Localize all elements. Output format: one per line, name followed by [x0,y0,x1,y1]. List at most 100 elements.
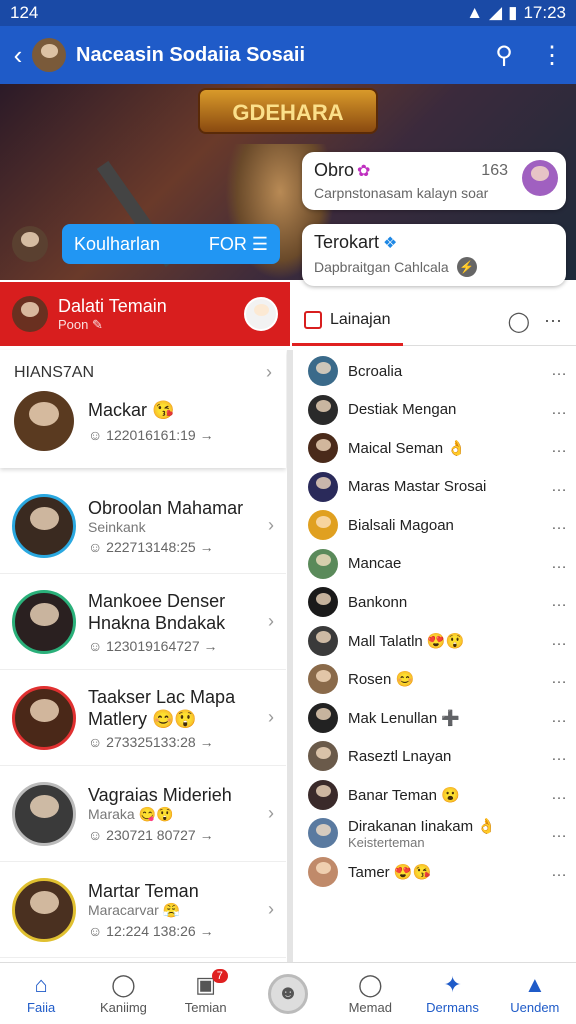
contact-row[interactable]: Mall Talatln 😍😲… [296,622,576,661]
contact-row[interactable]: Dirakanan Iinakam 👌 Keisterteman… [296,814,576,853]
contact-list: Bcroalia… Destiak Mengan… Maical Seman 👌… M… [296,352,576,962]
contact-name: Dirakanan Iinakam 👌 [348,817,496,835]
contact-row[interactable]: Tamer 😍😘 … [296,853,576,892]
contact-row[interactable]: Bialsali Magoan… [296,506,576,545]
hero-action-pill[interactable]: Koulharlan FOR ☰ [62,224,280,264]
more-horiz-icon[interactable]: … [551,786,568,804]
more-horiz-icon[interactable]: … [551,709,568,727]
avatar [308,356,338,387]
contact-name: Tamer 😍😘 [348,863,432,881]
list-item[interactable]: Mankoee Denser Hnakna Bndakak ☺ 123019164… [0,574,286,670]
nav-dermans[interactable]: ✦ Dermans [411,963,493,1024]
avatar [308,548,338,579]
avatar [12,685,76,750]
list-item[interactable]: Taakser Lac Mapa Matlery 😊😲 ☺ 273325133:2… [0,670,286,766]
nav-label: Temian [184,1000,227,1015]
contact-name: Rosen 😊 [348,671,415,689]
nav-uendem[interactable]: ▲ Uendem [494,963,576,1024]
more-horiz-icon[interactable]: … [551,516,568,534]
scrollbar[interactable] [287,350,293,962]
more-horiz-icon[interactable]: … [551,747,568,765]
item-meta: ☺ 222713148:25 → [88,538,214,555]
contact-name: Raseztl Lnayan [348,747,452,765]
more-horiz-icon[interactable]: … [551,362,568,380]
tab-lainajan[interactable]: Lainajan [292,298,403,346]
nav-label: Uendem [510,1000,560,1015]
nav-center[interactable]: ☻ [247,963,329,1024]
profile-icon: ▲ [523,972,546,997]
contact-name: Maical Seman 👌 [348,440,466,458]
featured-item[interactable]: Mackar 😘 ☺ 122016161:19 → [0,383,286,459]
avatar [308,433,338,464]
avatar [308,394,338,425]
item-name: Mankoee Denser Hnakna Bndakak [88,590,226,633]
signal-icon: ◢ [489,3,503,22]
back-arrow-icon[interactable]: ‹ [4,40,32,71]
chat-bubble-icon[interactable]: ◯ [494,309,544,334]
more-horiz-icon[interactable]: … [551,632,568,650]
more-horiz-icon[interactable]: … [551,863,568,881]
contact-name: Maras Mastar Srosai [348,478,487,496]
nav-temian[interactable]: ▣ 7 Temian [165,963,247,1024]
item-sub: Seinkank [88,518,146,535]
more-horiz-icon[interactable]: … [551,555,568,573]
more-horiz-icon[interactable]: … [551,670,568,688]
more-horiz-icon[interactable]: … [551,478,568,496]
avatar[interactable] [244,297,278,331]
chevron-right-icon[interactable]: › [268,899,274,920]
item-meta: ☺ 273325133:28 → [88,733,214,750]
right-tabs: Lainajan ◯ ⋯ [292,298,576,346]
hero-card-obro[interactable]: Obro ✿ 163 Carpnstonasam kalayn soar [302,152,566,210]
tab-label: Lainajan [330,311,391,328]
chevron-right-icon[interactable]: › [268,707,274,728]
hero-card-terokart[interactable]: Terokart ❖ Dapbraitgan Cahlcala ⚡ [302,224,566,286]
card-count: 163 [481,161,508,179]
contact-row[interactable]: Mancae… [296,545,576,584]
contact-name: Bankonn [348,593,408,611]
item-name: Obroolan Mahamar [88,497,244,518]
avatar[interactable] [32,38,66,72]
avatar [308,779,338,810]
avatar [308,510,338,541]
nav-memad[interactable]: ◯ Memad [329,963,411,1024]
contact-row[interactable]: Mak Lenullan ➕… [296,699,576,738]
current-user-bar[interactable]: Dalati Temain Poon ✎ [0,282,290,346]
item-name: Vagraias Miderieh [88,785,232,805]
chevron-right-icon[interactable]: › [268,803,274,824]
wifi-icon: ▲ [466,3,484,22]
search-icon[interactable]: ⚲ [480,41,528,70]
item-sub: Maracarvar 😤 [88,902,181,918]
avatar [308,818,338,849]
contact-name: Destiak Mengan [348,401,457,419]
contact-row[interactable]: Maras Mastar Srosai … [296,468,576,507]
contact-row[interactable]: Maical Seman 👌 … [296,429,576,468]
chevron-right-icon[interactable]: › [268,515,274,536]
avatar [308,664,338,695]
more-horiz-icon[interactable]: … [551,439,568,457]
pill-right: FOR ☰ [208,233,268,254]
avatar[interactable] [12,226,48,262]
contact-row[interactable]: Destiak Mengan … [296,391,576,430]
nav-kaniimg[interactable]: ◯ Kaniimg [82,963,164,1024]
more-horiz-icon[interactable]: … [551,401,568,419]
item-sub: Maraka 😋😲 [88,806,174,822]
list-item[interactable]: Obroolan Mahamar Seinkank ☺ 222713148:25 →… [0,478,286,574]
chevron-right-icon[interactable]: › [268,611,274,632]
avatar [12,877,76,942]
nav-faiia[interactable]: ⌂ Faiia [0,963,82,1024]
contact-row[interactable]: Rosen 😊 … [296,660,576,699]
more-horiz-icon[interactable]: ⋯ [544,311,576,332]
item-meta: ☺ 230721 80727 → [88,827,214,843]
twitter-bird-icon: ✦ [443,972,462,997]
contact-row[interactable]: Bcroalia… [296,352,576,391]
chevron-right-icon[interactable]: › [266,350,272,383]
list-item[interactable]: Vagraias Miderieh Maraka 😋😲 ☺ 230721 80727… [0,766,286,862]
contact-row[interactable]: Raseztl Lnayan … [296,737,576,776]
list-item[interactable]: Martar Teman Maracarvar 😤 ☺ 12:224 138:26 … [0,862,286,958]
more-vert-icon[interactable]: ⋮ [528,41,576,70]
more-horiz-icon[interactable]: … [551,593,568,611]
contact-row[interactable]: Bankonn … [296,583,576,622]
more-horiz-icon[interactable]: … [551,824,568,842]
home-icon: ⌂ [34,972,48,997]
contact-row[interactable]: Banar Teman 😮… [296,776,576,815]
